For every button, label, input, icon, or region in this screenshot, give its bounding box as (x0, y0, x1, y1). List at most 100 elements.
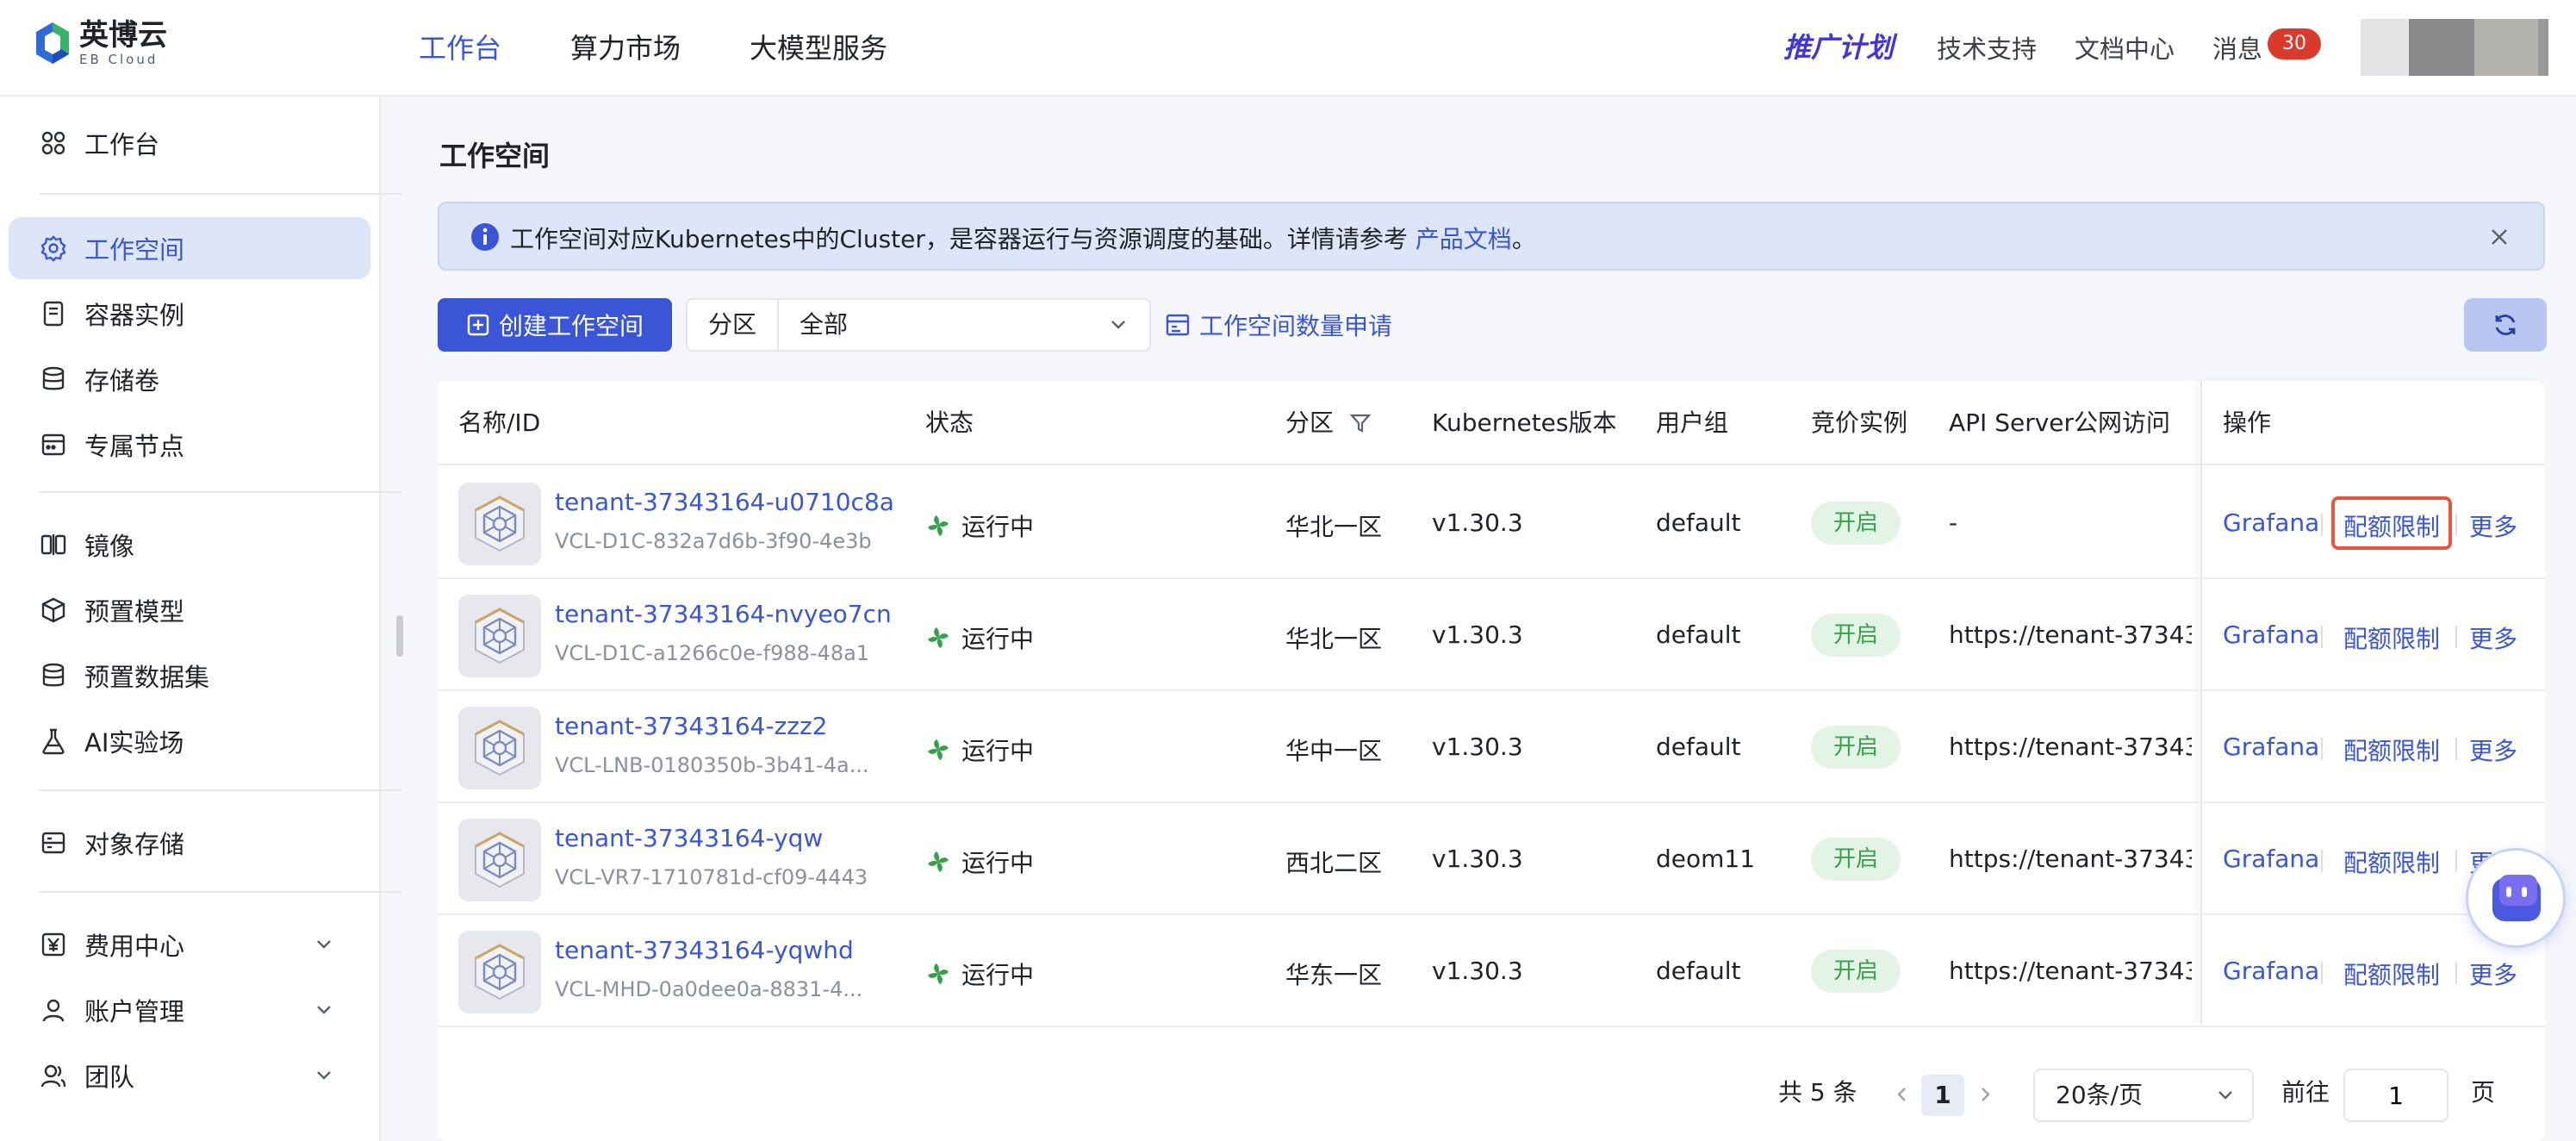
goto-page-input[interactable] (2343, 1069, 2448, 1122)
col-api-server: API Server公网访问 (1949, 408, 2171, 437)
dashboard-icon (41, 131, 65, 155)
grafana-link[interactable]: Grafana (2223, 508, 2319, 537)
page-size-select[interactable]: 20条/页 (2033, 1069, 2254, 1122)
more-actions-link[interactable]: 更多 (2469, 733, 2517, 767)
create-workspace-label: 创建工作空间 (498, 312, 644, 340)
running-status-icon (925, 737, 961, 763)
grafana-link[interactable]: Grafana (2223, 733, 2319, 761)
create-workspace-button[interactable]: 创建工作空间 (438, 298, 672, 352)
workspace-id: VCL-VR7-1710781d-cf09-4443 (555, 865, 868, 889)
table-row: tenant-37343164-yqwhd VCL-MHD-0a0dee0a-88… (438, 915, 2545, 1027)
workspace-cluster-icon (458, 483, 541, 565)
more-actions-link[interactable]: 更多 (2469, 508, 2517, 543)
container-icon (43, 301, 64, 327)
chevron-left-icon[interactable] (1892, 1084, 1913, 1105)
chevron-down-icon (2218, 1091, 2232, 1100)
api-server-cell: https://tenant-37343... (1949, 620, 2192, 649)
sidebar-divider (40, 891, 401, 893)
region-select[interactable]: 分区 全部 (686, 298, 1151, 352)
col-k8s-version: Kubernetes版本 (1432, 408, 1617, 437)
workspace-cluster-icon (458, 931, 541, 1013)
sidebar-item-label: 镜像 (84, 532, 135, 561)
more-actions-link[interactable]: 更多 (2469, 620, 2517, 655)
topnav-llm-service[interactable]: 大模型服务 (750, 0, 887, 97)
sidebar-item-preset-datasets[interactable]: 预置数据集 (9, 645, 370, 707)
topnav-workbench[interactable]: 工作台 (419, 0, 501, 97)
status-cell: 运行中 (925, 733, 1034, 767)
running-status-icon (925, 625, 961, 651)
quota-limit-link[interactable]: 配额限制 (2343, 733, 2440, 767)
workspace-name-link[interactable]: tenant-37343164-u0710c8a (555, 488, 894, 516)
region-label: 分区 (688, 300, 779, 350)
chevron-right-icon[interactable] (1975, 1084, 1995, 1105)
plus-square-icon (467, 314, 489, 336)
grafana-link[interactable]: Grafana (2223, 957, 2319, 985)
sidebar-resize-handle[interactable] (396, 615, 403, 657)
col-user-group: 用户组 (1656, 408, 1729, 437)
goto-label: 前往 (2281, 1078, 2330, 1107)
page-number-current[interactable]: 1 (1921, 1075, 1964, 1116)
messages-link[interactable]: 消息 (2212, 29, 2262, 65)
logo-icon (34, 21, 71, 65)
action-separator (2455, 514, 2457, 536)
top-nav: 工作台 算力市场 大模型服务 (419, 0, 956, 97)
filter-icon[interactable] (1349, 412, 1372, 434)
brand-logo[interactable]: 英博云 EB Cloud (34, 19, 167, 67)
topnav-compute-market[interactable]: 算力市场 (570, 0, 681, 97)
sidebar-item-account[interactable]: 账户管理 (9, 979, 370, 1041)
page-unit-label: 页 (2471, 1078, 2496, 1107)
more-actions-link[interactable]: 更多 (2469, 957, 2517, 991)
yen-icon (41, 932, 65, 957)
workspace-name-link[interactable]: tenant-37343164-nvyeo7cn (555, 600, 892, 628)
chevron-down-icon[interactable] (312, 1063, 336, 1088)
sidebar-item-workspace[interactable]: 工作空间 (9, 217, 370, 279)
sidebar-item-object-storage[interactable]: 对象存储 (9, 812, 370, 874)
action-separator (2455, 738, 2457, 760)
sidebar-item-workbench[interactable]: 工作台 (9, 112, 370, 174)
workspace-quota-apply-link[interactable]: 工作空间数量申请 (1165, 298, 1392, 352)
workspace-cluster-icon (458, 707, 541, 789)
sidebar-item-preset-models[interactable]: 预置模型 (9, 579, 370, 641)
workspace-name-link[interactable]: tenant-37343164-zzz2 (555, 712, 827, 740)
sidebar-item-billing[interactable]: 费用中心 (9, 913, 370, 976)
user-group-cell: default (1656, 733, 1741, 761)
grafana-link[interactable]: Grafana (2223, 620, 2319, 649)
action-separator (2455, 850, 2457, 872)
chevron-down-icon[interactable] (312, 998, 336, 1022)
sidebar-item-label: 工作台 (84, 130, 160, 159)
quota-limit-link[interactable]: 配额限制 (2343, 620, 2440, 655)
user-group-cell: default (1656, 620, 1741, 649)
k8s-version-cell: v1.30.3 (1432, 733, 1523, 761)
product-docs-link[interactable]: 产品文档 (1416, 225, 1512, 253)
col-name-id: 名称/ID (458, 408, 541, 437)
assistant-bot-button[interactable] (2466, 848, 2566, 948)
sidebar-item-containers[interactable]: 容器实例 (9, 283, 370, 345)
grafana-link[interactable]: Grafana (2223, 845, 2319, 873)
promo-link[interactable]: 推广计划 (1783, 26, 1894, 65)
region-cell: 华北一区 (1285, 625, 1383, 653)
sidebar-item-images[interactable]: 镜像 (9, 514, 370, 576)
close-icon[interactable] (2486, 224, 2512, 250)
quota-limit-highlight (2331, 496, 2452, 550)
sidebar-item-volumes[interactable]: 存储卷 (9, 348, 370, 410)
sidebar-divider (40, 789, 401, 791)
team-icon (40, 1064, 66, 1088)
sidebar-item-dedicated-nodes[interactable]: 专属节点 (9, 414, 370, 476)
docs-link[interactable]: 文档中心 (2075, 29, 2175, 65)
sidebar-item-ai-lab[interactable]: AI实验场 (9, 710, 370, 772)
quota-limit-link[interactable]: 配额限制 (2343, 845, 2440, 879)
col-region: 分区 (1285, 408, 1335, 437)
robot-icon (2492, 875, 2541, 921)
quota-limit-link[interactable]: 配额限制 (2343, 957, 2440, 991)
support-link[interactable]: 技术支持 (1937, 29, 2037, 65)
action-separator (2321, 962, 2323, 984)
info-banner: 工作空间对应Kubernetes中的Cluster，是容器运行与资源调度的基础。… (438, 202, 2545, 271)
refresh-button[interactable] (2464, 298, 2547, 352)
workspace-name-link[interactable]: tenant-37343164-yqw (555, 824, 823, 852)
workspace-name-link[interactable]: tenant-37343164-yqwhd (555, 936, 854, 964)
sidebar-item-team[interactable]: 团队 (9, 1044, 370, 1107)
status-cell: 运行中 (925, 957, 1034, 991)
chevron-down-icon[interactable] (312, 932, 336, 957)
region-cell: 华东一区 (1285, 961, 1383, 989)
sidebar-item-label: 专属节点 (84, 432, 185, 461)
